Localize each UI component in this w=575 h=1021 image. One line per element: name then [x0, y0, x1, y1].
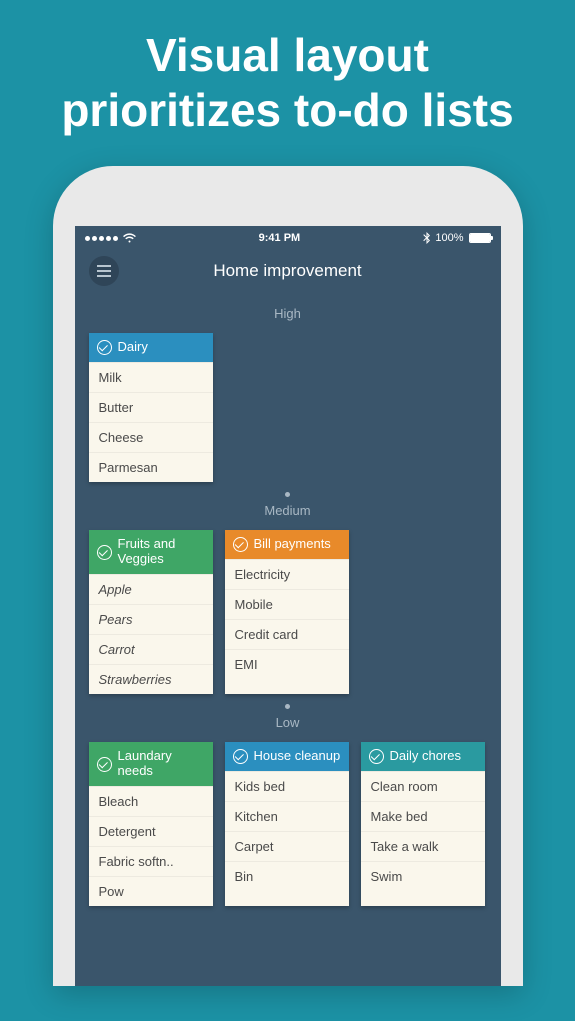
phone-screen: 9:41 PM 100% Home improvement High Dairy	[75, 226, 501, 986]
card-bill-payments[interactable]: Bill payments Electricity Mobile Credit …	[225, 530, 349, 694]
card-laundry-needs[interactable]: Laundary needs Bleach Detergent Fabric s…	[89, 742, 213, 906]
section-label-low: Low	[89, 715, 487, 730]
list-item[interactable]: Butter	[89, 392, 213, 422]
card-fruits-veggies[interactable]: Fruits and Veggies Apple Pears Carrot St…	[89, 530, 213, 694]
signal-dots-icon	[85, 236, 118, 241]
battery-percent: 100%	[435, 232, 463, 244]
content-area: High Dairy Milk Butter Cheese Parmesan M…	[75, 306, 501, 906]
check-icon	[369, 749, 384, 764]
check-icon	[97, 757, 112, 772]
list-item[interactable]: EMI	[225, 649, 349, 679]
check-icon	[233, 537, 248, 552]
section-row-medium: Fruits and Veggies Apple Pears Carrot St…	[89, 530, 487, 694]
list-item[interactable]: Bin	[225, 861, 349, 891]
section-label-medium: Medium	[89, 503, 487, 518]
list-item[interactable]: Parmesan	[89, 452, 213, 482]
check-icon	[233, 749, 248, 764]
card-title: House cleanup	[254, 749, 341, 764]
card-title: Laundary needs	[118, 749, 205, 779]
card-header-dairy: Dairy	[89, 333, 213, 362]
list-item[interactable]: Kids bed	[225, 771, 349, 801]
section-divider-dot	[285, 492, 290, 497]
card-daily-chores[interactable]: Daily chores Clean room Make bed Take a …	[361, 742, 485, 906]
list-item[interactable]: Apple	[89, 574, 213, 604]
nav-bar: Home improvement	[75, 248, 501, 300]
section-row-high: Dairy Milk Butter Cheese Parmesan	[89, 333, 487, 482]
promo-line-1: Visual layout	[10, 28, 565, 83]
battery-icon	[469, 233, 491, 243]
list-item[interactable]: Take a walk	[361, 831, 485, 861]
card-header-laundry: Laundary needs	[89, 742, 213, 786]
list-item[interactable]: Pow	[89, 876, 213, 906]
section-divider-dot	[285, 704, 290, 709]
card-title: Daily chores	[390, 749, 462, 764]
list-item[interactable]: Electricity	[225, 559, 349, 589]
card-header-cleanup: House cleanup	[225, 742, 349, 771]
list-item[interactable]: Make bed	[361, 801, 485, 831]
card-dairy[interactable]: Dairy Milk Butter Cheese Parmesan	[89, 333, 213, 482]
promo-line-2: prioritizes to-do lists	[10, 83, 565, 138]
promo-heading: Visual layout prioritizes to-do lists	[0, 0, 575, 158]
page-title: Home improvement	[75, 261, 501, 281]
phone-frame: 9:41 PM 100% Home improvement High Dairy	[53, 166, 523, 986]
card-title: Fruits and Veggies	[118, 537, 205, 567]
card-header-bills: Bill payments	[225, 530, 349, 559]
card-house-cleanup[interactable]: House cleanup Kids bed Kitchen Carpet Bi…	[225, 742, 349, 906]
list-item[interactable]: Strawberries	[89, 664, 213, 694]
section-label-high: High	[89, 306, 487, 321]
card-title: Bill payments	[254, 537, 331, 552]
check-icon	[97, 340, 112, 355]
list-item[interactable]: Bleach	[89, 786, 213, 816]
card-header-fruits: Fruits and Veggies	[89, 530, 213, 574]
status-right: 100%	[423, 232, 490, 244]
card-header-chores: Daily chores	[361, 742, 485, 771]
card-title: Dairy	[118, 340, 148, 355]
list-item[interactable]: Cheese	[89, 422, 213, 452]
check-icon	[97, 545, 112, 560]
list-item[interactable]: Fabric softn..	[89, 846, 213, 876]
list-item[interactable]: Kitchen	[225, 801, 349, 831]
list-item[interactable]: Detergent	[89, 816, 213, 846]
list-item[interactable]: Clean room	[361, 771, 485, 801]
bluetooth-icon	[423, 232, 430, 244]
status-left	[85, 233, 136, 243]
section-row-low: Laundary needs Bleach Detergent Fabric s…	[89, 742, 487, 906]
list-item[interactable]: Pears	[89, 604, 213, 634]
list-item[interactable]: Milk	[89, 362, 213, 392]
menu-button[interactable]	[89, 256, 119, 286]
list-item[interactable]: Swim	[361, 861, 485, 891]
list-item[interactable]: Credit card	[225, 619, 349, 649]
status-time: 9:41 PM	[259, 232, 301, 244]
wifi-icon	[123, 233, 136, 243]
list-item[interactable]: Carpet	[225, 831, 349, 861]
list-item[interactable]: Carrot	[89, 634, 213, 664]
list-item[interactable]: Mobile	[225, 589, 349, 619]
status-bar: 9:41 PM 100%	[75, 226, 501, 248]
